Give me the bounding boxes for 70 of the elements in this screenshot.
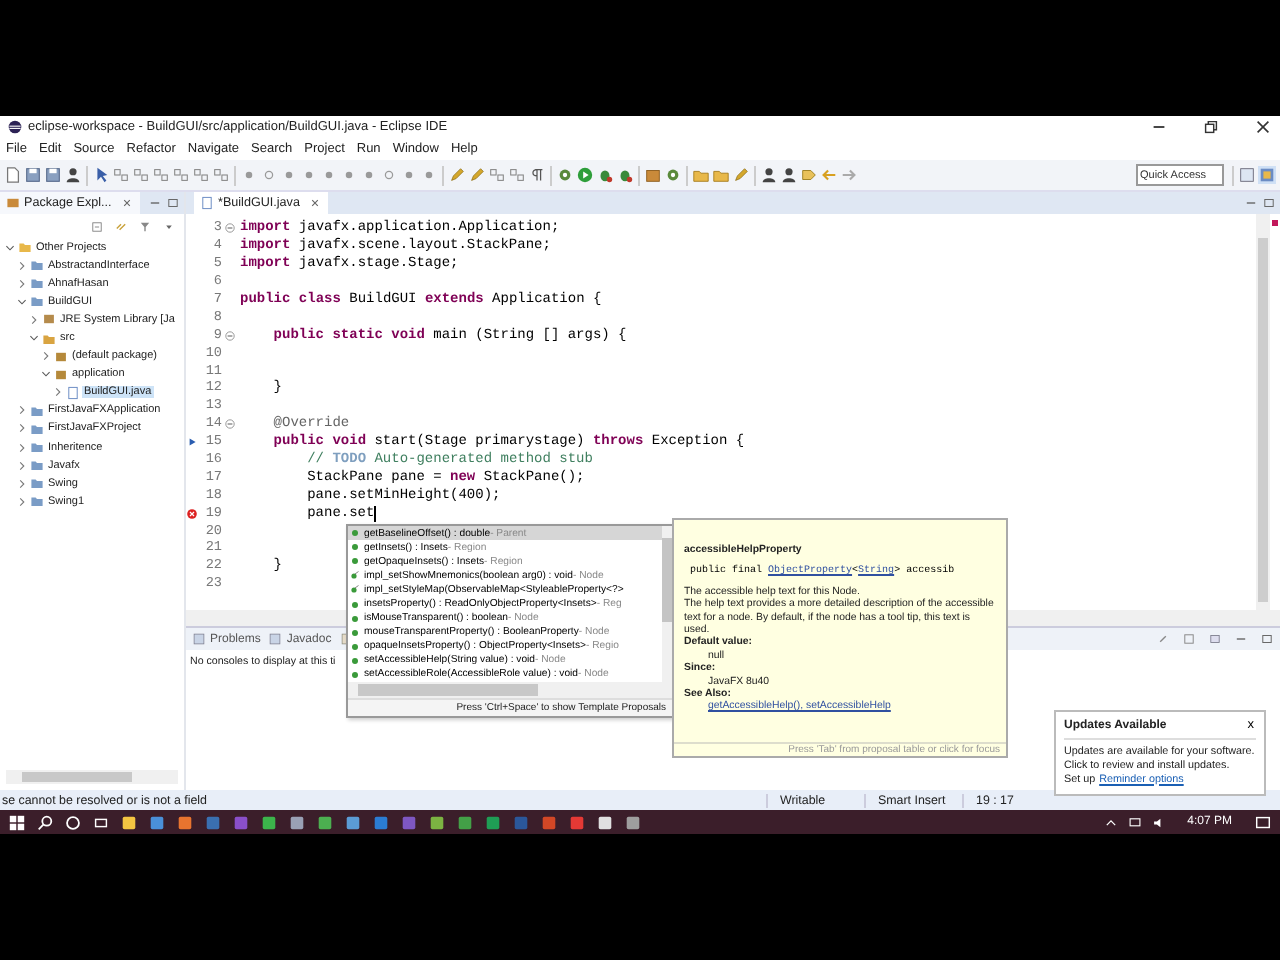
search-icon[interactable] <box>36 813 54 831</box>
pin-icon[interactable] <box>1156 632 1170 646</box>
cursor-icon[interactable] <box>92 166 110 184</box>
error-marker-icon[interactable] <box>1272 220 1278 226</box>
restore-icon[interactable] <box>1202 118 1220 136</box>
bug-icon[interactable] <box>596 166 614 184</box>
network-icon[interactable] <box>1127 815 1142 829</box>
console-icon[interactable] <box>1182 632 1196 646</box>
save-icon[interactable] <box>24 166 42 184</box>
triangle-icon <box>186 436 198 449</box>
library-icon <box>42 312 56 327</box>
person-icon[interactable] <box>64 166 82 184</box>
dot-icon[interactable] <box>280 166 298 184</box>
dot-icon[interactable] <box>320 166 338 184</box>
open-console-icon[interactable] <box>1208 632 1222 646</box>
link-icon[interactable] <box>114 219 128 233</box>
caret-icon[interactable] <box>1103 815 1118 829</box>
grid-icon[interactable] <box>508 166 526 184</box>
vertical-scrollbar[interactable] <box>1256 214 1270 610</box>
grid-icon[interactable] <box>488 166 506 184</box>
deprecated-method-icon <box>350 584 360 595</box>
gear-icon[interactable] <box>556 166 574 184</box>
view-icon <box>268 632 283 646</box>
maximize-icon[interactable] <box>166 196 180 210</box>
close-icon[interactable] <box>1254 118 1272 136</box>
deprecated-method-icon <box>350 570 360 581</box>
view-icon <box>192 632 206 646</box>
grid-icon[interactable] <box>152 166 170 184</box>
gear-icon[interactable] <box>664 166 682 184</box>
person-icon[interactable] <box>780 166 798 184</box>
speaker-icon[interactable] <box>1151 815 1166 829</box>
forward-arrow-icon[interactable] <box>840 166 858 184</box>
task-view-icon[interactable] <box>92 813 110 831</box>
pen-icon[interactable] <box>732 166 750 184</box>
folder-icon <box>42 331 56 346</box>
grid-icon[interactable] <box>192 166 210 184</box>
bug-icon[interactable] <box>616 166 634 184</box>
package-icon <box>6 196 20 210</box>
box-icon[interactable] <box>644 166 662 184</box>
dot-icon[interactable] <box>240 166 258 184</box>
dot-icon[interactable] <box>340 166 358 184</box>
play-icon[interactable] <box>576 166 594 184</box>
dot-icon[interactable] <box>400 166 418 184</box>
dot-icon[interactable] <box>360 166 378 184</box>
java-file-icon <box>66 385 80 400</box>
back-arrow-icon[interactable] <box>820 166 838 184</box>
fold-icon[interactable] <box>223 418 235 431</box>
ring-icon[interactable] <box>64 813 82 831</box>
dot-icon[interactable] <box>420 166 438 184</box>
vertical-scrollbar[interactable] <box>662 526 672 683</box>
filter-icon[interactable] <box>138 219 152 233</box>
java-perspective-icon[interactable] <box>1258 166 1276 184</box>
java-file-icon <box>200 196 214 210</box>
person-icon[interactable] <box>760 166 778 184</box>
grid-icon[interactable] <box>112 166 130 184</box>
collapse-all-icon[interactable] <box>90 219 104 233</box>
grid-icon[interactable] <box>172 166 190 184</box>
save-icon[interactable] <box>44 166 62 184</box>
perspective-icon[interactable] <box>1238 166 1256 184</box>
dot-icon[interactable] <box>300 166 318 184</box>
grid-icon[interactable] <box>212 166 230 184</box>
fold-icon[interactable] <box>223 222 235 235</box>
notification-icon[interactable] <box>1254 813 1272 831</box>
grid-icon[interactable] <box>132 166 150 184</box>
windows-logo-icon[interactable] <box>8 813 26 831</box>
pilcrow-icon[interactable] <box>528 166 546 184</box>
new-file-icon[interactable] <box>4 166 22 184</box>
maximize-icon[interactable] <box>1260 632 1274 646</box>
maximize-icon[interactable] <box>1262 196 1276 210</box>
fold-icon[interactable] <box>223 329 235 342</box>
